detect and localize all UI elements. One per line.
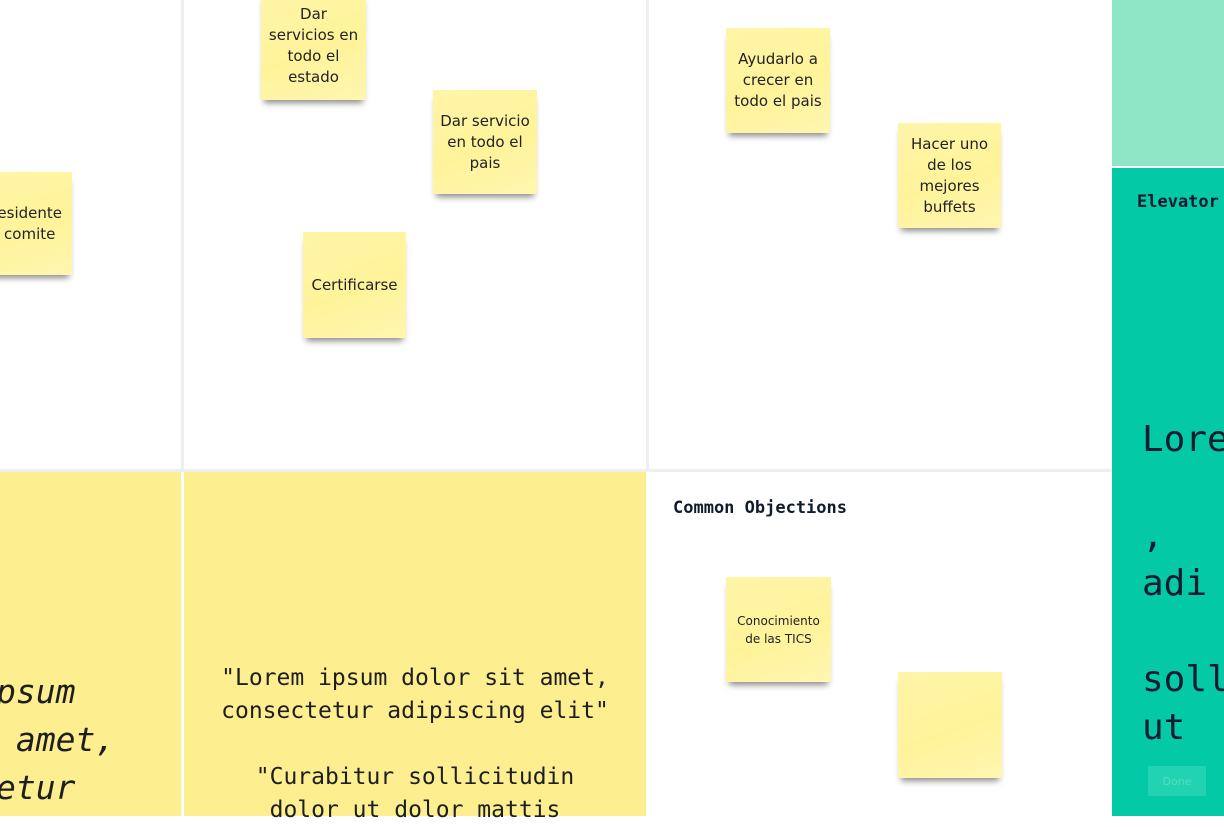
- common-objections-title: Common Objections: [673, 498, 847, 518]
- elevator-panel[interactable]: Elevator Lore , adi soll ut Done: [1112, 168, 1224, 816]
- sticky-servicios-estado-text: Dar servicios en todo el estado: [268, 5, 359, 86]
- elevator-quote-text: Lore , adi soll ut: [1142, 419, 1224, 748]
- sticky-blank[interactable]: [898, 672, 1002, 778]
- sticky-certificarse-text: Certificarse: [311, 275, 398, 294]
- grid-divider-2: [646, 0, 649, 470]
- sticky-certificarse[interactable]: Certificarse: [303, 232, 406, 338]
- sticky-crecer-text: Ayudarlo a crecer en todo el pais: [734, 50, 822, 110]
- sticky-presidente-text: esidente comite: [0, 203, 62, 243]
- quote-cell-left[interactable]: psum amet, etur: [0, 472, 181, 816]
- sticky-buffets[interactable]: Hacer uno de los mejores buffets: [898, 123, 1001, 228]
- sticky-tics-text: Conocimiento de las TICS: [737, 613, 820, 646]
- quote-cell-center[interactable]: "Lorem ipsum dolor sit amet, consectetur…: [184, 472, 646, 823]
- teal-light-panel[interactable]: [1112, 0, 1224, 166]
- elevator-title: Elevator: [1137, 192, 1219, 212]
- grid-divider-1: [181, 0, 184, 470]
- elevator-done-button[interactable]: Done: [1148, 766, 1206, 796]
- quote-text-center: "Lorem ipsum dolor sit amet, consectetur…: [221, 665, 609, 823]
- quote-text-left: psum amet, etur: [0, 672, 116, 807]
- sticky-servicio-pais-text: Dar servicio en todo el pais: [440, 111, 530, 172]
- sticky-tics[interactable]: Conocimiento de las TICS: [726, 577, 831, 682]
- sticky-buffets-text: Hacer uno de los mejores buffets: [910, 134, 989, 216]
- sticky-crecer[interactable]: Ayudarlo a crecer en todo el pais: [726, 28, 830, 133]
- sticky-presidente[interactable]: esidente comite: [0, 172, 72, 275]
- sticky-servicio-pais[interactable]: Dar servicio en todo el pais: [433, 90, 537, 194]
- sticky-servicios-estado[interactable]: Dar servicios en todo el estado: [261, 0, 366, 100]
